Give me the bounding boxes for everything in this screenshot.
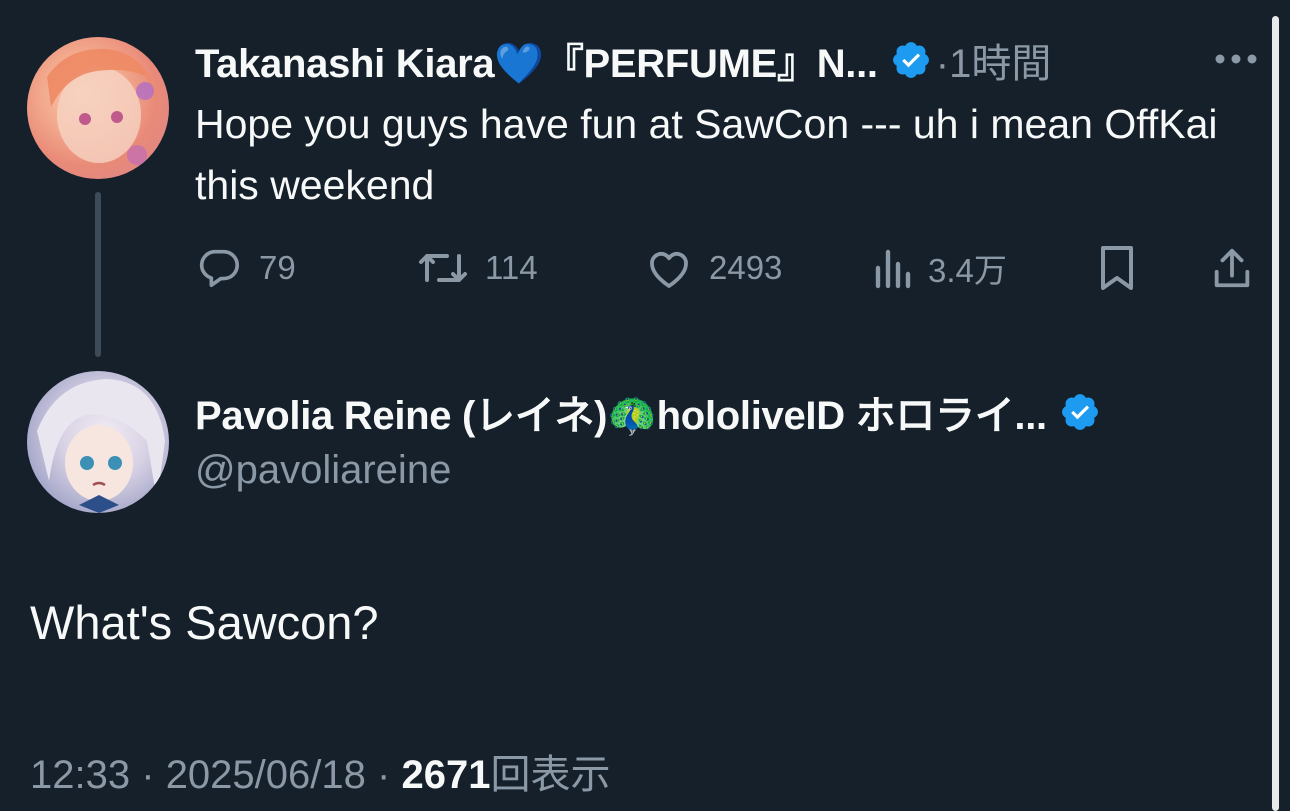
parent-tweet-actions: 79 114 2493 3.4万 (195, 243, 1257, 293)
parent-timestamp[interactable]: ·1時間 (936, 31, 1052, 89)
parent-tweet-text: Hope you guys have fun at SawCon --- uh … (195, 101, 1218, 208)
like-count: 2493 (709, 249, 783, 286)
verified-badge-icon (890, 39, 932, 81)
reply-count: 79 (259, 249, 296, 286)
views-icon (872, 246, 912, 290)
retweet-icon (417, 246, 469, 290)
parent-display-name[interactable]: Takanashi Kiara💙『PERFUME』N... (195, 31, 878, 89)
tweet-date[interactable]: 2025/06/18 (166, 753, 366, 797)
verified-badge-icon (1059, 391, 1101, 433)
tweet-metadata: 12:33 · 2025/06/18 · 2671回表示 (30, 742, 610, 800)
bookmark-button[interactable] (1097, 243, 1137, 293)
tweet-views-label: 回表示 (490, 753, 611, 797)
bookmark-icon (1097, 244, 1137, 292)
avatar-takanashi-kiara[interactable] (27, 37, 169, 179)
views-count: 3.4万 (928, 252, 1007, 289)
views-button[interactable]: 3.4万 (872, 243, 1007, 293)
main-tweet-header: Pavolia Reine (レイネ)🦚hololiveID ホロライ... (195, 386, 1101, 438)
thread-connector-line (95, 192, 101, 357)
main-display-name[interactable]: Pavolia Reine (レイネ)🦚hololiveID ホロライ... (195, 383, 1047, 441)
share-icon (1209, 244, 1255, 292)
tweet-time[interactable]: 12:33 (30, 753, 130, 797)
like-button[interactable]: 2493 (645, 243, 782, 293)
tweet-views-count[interactable]: 2671 (401, 753, 490, 797)
main-handle[interactable]: @pavoliareine (195, 448, 451, 493)
parent-tweet-header: Takanashi Kiara💙『PERFUME』N... ·1時間 (195, 34, 1051, 86)
reply-button[interactable]: 79 (195, 243, 296, 293)
reply-icon (195, 245, 243, 291)
main-tweet-text: What's Sawcon? (30, 596, 379, 649)
avatar-pavolia-reine[interactable] (27, 371, 169, 513)
meta-separator: · (141, 753, 155, 797)
retweet-button[interactable]: 114 (417, 243, 538, 293)
like-icon (645, 246, 693, 290)
scrollbar[interactable] (1272, 16, 1279, 811)
more-icon[interactable] (1214, 52, 1258, 64)
meta-separator: · (377, 753, 391, 797)
retweet-count: 114 (485, 249, 538, 286)
share-button[interactable] (1209, 243, 1255, 293)
